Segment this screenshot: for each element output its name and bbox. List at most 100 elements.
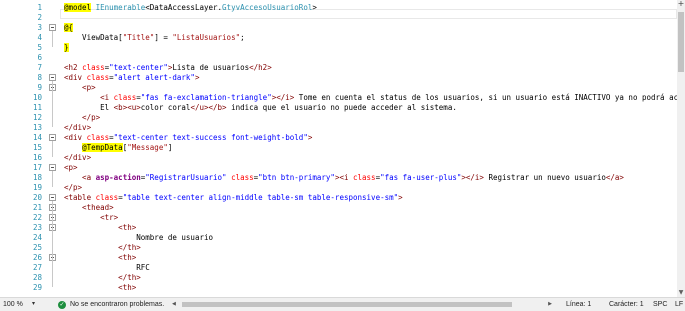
- code-token: </div>: [64, 123, 92, 132]
- issues-text: No se encontraron problemas.: [70, 301, 165, 308]
- line-number: 23: [32, 223, 42, 232]
- code-token: Lista de usuarios: [172, 63, 250, 72]
- collapse-block-icon[interactable]: [49, 74, 56, 81]
- code-token: ] =: [154, 33, 173, 42]
- code-token: @{: [64, 23, 74, 32]
- line-number: 6: [37, 53, 42, 62]
- code-line[interactable]: <th>: [64, 253, 136, 263]
- scroll-right-arrow-icon[interactable]: ▶: [545, 301, 552, 308]
- code-line[interactable]: </th>: [64, 243, 141, 253]
- line-number: 5: [37, 43, 42, 52]
- horizontal-scrollbar[interactable]: ◀ ▶: [172, 301, 552, 308]
- collapse-block-icon[interactable]: [49, 24, 56, 31]
- outline-guide: [52, 201, 53, 287]
- outlining-margin: [46, 0, 60, 297]
- code-line[interactable]: <a asp-action="RegistrarUsuario" class="…: [64, 173, 624, 183]
- code-line[interactable]: <i class="fas fa-exclamation-triangle"><…: [64, 93, 677, 103]
- code-token: </p>: [64, 113, 101, 122]
- line-number: 20: [32, 193, 42, 202]
- code-token: color coral: [140, 103, 191, 112]
- code-line[interactable]: @TempData["Message"]: [64, 143, 172, 153]
- scroll-down-arrow-icon[interactable]: ▼: [677, 289, 685, 297]
- code-line[interactable]: </p>: [64, 183, 82, 193]
- code-line[interactable]: El <b><u>color coral</u></b> indica que …: [64, 103, 457, 113]
- line-number: 3: [37, 23, 42, 32]
- code-line[interactable]: </div>: [64, 153, 91, 163]
- collapse-block-icon[interactable]: [49, 134, 56, 141]
- code-line[interactable]: <thead>: [64, 203, 114, 213]
- line-number: 1: [37, 3, 42, 12]
- vertical-scrollbar[interactable]: + ▼: [677, 0, 685, 297]
- code-token: </u></b>: [190, 103, 227, 112]
- line-number: 4: [37, 33, 42, 42]
- code-token: class: [82, 63, 105, 72]
- line-number: 9: [37, 83, 42, 92]
- code-line[interactable]: @{: [64, 23, 74, 33]
- outline-guide: [52, 31, 53, 47]
- code-token: <DataAccessLayer.: [145, 3, 223, 12]
- code-token: </th>: [64, 243, 141, 252]
- spacing-indicator[interactable]: SPC: [653, 300, 667, 309]
- code-line[interactable]: <tr>: [64, 213, 118, 223]
- code-area[interactable]: @model IEnumerable<DataAccessLayer.GtyvA…: [60, 0, 677, 297]
- code-token: "text-center text-success font-weight-bo…: [113, 133, 308, 142]
- line-number: 11: [32, 103, 42, 112]
- code-token: "fas fa-exclamation-triangle": [140, 93, 272, 102]
- column-indicator[interactable]: Carácter: 1: [609, 300, 644, 309]
- code-token: <table: [64, 193, 96, 202]
- code-line[interactable]: </th>: [64, 273, 141, 283]
- code-editor[interactable]: 1 2 3 4 5 6 7 8 9 10 11 12 13 14 15 16 17 18 19 20 21 22 23 24 2…: [0, 0, 677, 297]
- status-bar: 100 % ▾ ✓ No se encontraron problemas. ◀…: [0, 297, 685, 311]
- line-number: 25: [32, 243, 42, 252]
- code-token: <a: [64, 173, 96, 182]
- horizontal-scroll-thumb[interactable]: [182, 302, 512, 307]
- code-token: <div: [64, 133, 87, 142]
- line-number: 18: [32, 173, 42, 182]
- code-line[interactable]: }: [64, 43, 69, 53]
- code-line[interactable]: </p>: [64, 113, 100, 123]
- vertical-scroll-thumb[interactable]: [678, 12, 684, 72]
- check-circle-icon: ✓: [58, 300, 66, 309]
- scroll-left-arrow-icon[interactable]: ◀: [172, 301, 179, 308]
- split-window-icon[interactable]: +: [677, 0, 685, 8]
- code-token: <div: [64, 73, 87, 82]
- zoom-level[interactable]: 100 %: [3, 300, 23, 309]
- code-line[interactable]: RFC: [64, 263, 150, 273]
- collapse-block-icon[interactable]: [49, 194, 56, 201]
- outline-guide: [52, 141, 53, 157]
- issues-indicator[interactable]: ✓ No se encontraron problemas.: [58, 300, 164, 309]
- code-token: asp-action: [95, 173, 141, 182]
- line-number-gutter: 1 2 3 4 5 6 7 8 9 10 11 12 13 14 15 16 17 18 19 20 21 22 23 24 2…: [0, 0, 44, 297]
- line-number: 24: [32, 233, 42, 242]
- code-token: "Title": [122, 33, 155, 42]
- code-line[interactable]: <div class="text-center text-success fon…: [64, 133, 312, 143]
- code-line[interactable]: <p>: [64, 83, 96, 93]
- code-token: <p>: [64, 83, 96, 92]
- code-token: class: [86, 133, 110, 142]
- code-line[interactable]: </div>: [64, 123, 91, 133]
- zoom-dropdown-icon[interactable]: ▾: [32, 300, 35, 309]
- code-line[interactable]: <h2 class="text-center">Lista de usuario…: [64, 63, 272, 73]
- code-line[interactable]: @model IEnumerable<DataAccessLayer.GtyvA…: [64, 3, 317, 13]
- code-line[interactable]: ViewData["Title"] = "ListaUsuarios";: [64, 33, 245, 43]
- line-number: 15: [32, 143, 42, 152]
- code-token: <th>: [64, 283, 137, 292]
- code-line[interactable]: Nombre de usuario: [64, 233, 213, 243]
- collapse-block-icon[interactable]: [49, 164, 56, 171]
- code-line[interactable]: <table class="table text-center align-mi…: [64, 193, 403, 203]
- code-line[interactable]: <th>: [64, 283, 136, 293]
- code-line[interactable]: <p>: [64, 163, 78, 173]
- code-token: @model: [64, 3, 92, 12]
- line-number: 10: [32, 93, 42, 102]
- code-token: Registrar un nuevo usuario: [483, 173, 606, 182]
- code-token: <tr>: [64, 213, 119, 222]
- line-ending-indicator[interactable]: LF: [675, 300, 683, 309]
- code-token: ></i>: [461, 173, 484, 182]
- line-indicator[interactable]: Línea: 1: [566, 300, 591, 309]
- code-token: <i: [64, 93, 114, 102]
- code-token: ></i>: [271, 93, 295, 102]
- code-line[interactable]: <th>: [64, 223, 136, 233]
- code-token: >: [307, 133, 313, 142]
- code-line[interactable]: <div class="alert alert-dark">: [64, 73, 199, 83]
